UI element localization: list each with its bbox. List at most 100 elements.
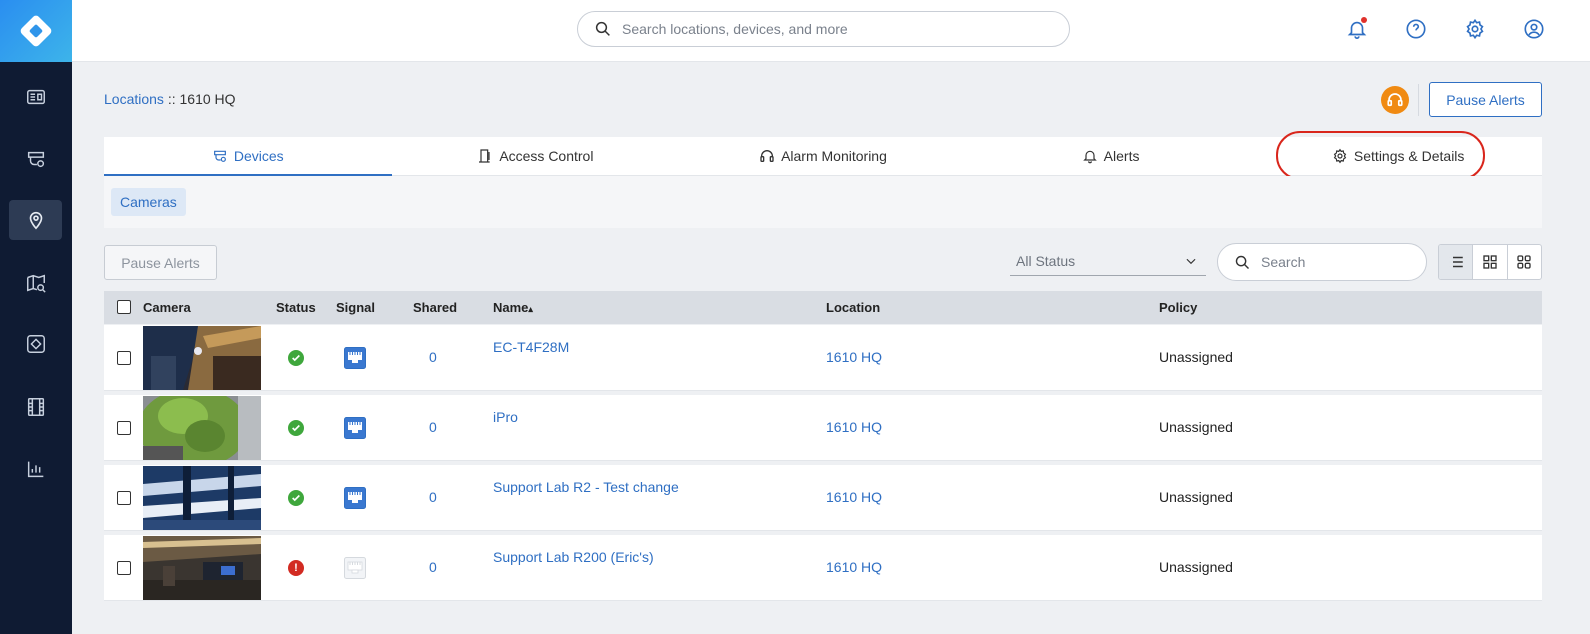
ethernet-connected-icon [344, 417, 366, 439]
tab-access-control-label: Access Control [499, 148, 594, 164]
column-location[interactable]: Location [826, 300, 880, 315]
column-name-label: Name [493, 300, 529, 315]
search-icon [595, 21, 610, 36]
pause-alerts-button[interactable]: Pause Alerts [1429, 82, 1542, 117]
tab-access-control[interactable]: Access Control [392, 137, 680, 175]
table-row[interactable]: 0 EC-T4F28M 1610 HQ Unassigned [104, 325, 1542, 391]
notification-dot [1361, 17, 1367, 23]
status-online-icon [288, 350, 304, 366]
tab-devices[interactable]: Devices [104, 137, 392, 176]
dashboard-icon [26, 89, 45, 105]
view-toggle [1438, 244, 1542, 280]
shared-count[interactable]: 0 [429, 419, 437, 435]
tab-settings-details-label: Settings & Details [1353, 148, 1465, 164]
tab-alerts-label: Alerts [1103, 148, 1140, 164]
camera-name-link[interactable]: iPro [493, 409, 518, 425]
list-view-button[interactable] [1439, 245, 1474, 279]
settings-button[interactable] [1463, 17, 1487, 41]
camera-thumbnail[interactable] [143, 536, 261, 600]
row-checkbox[interactable] [117, 351, 131, 365]
gear-icon [1333, 148, 1347, 164]
tab-settings-details[interactable]: Settings & Details [1254, 137, 1542, 175]
app-logo[interactable] [0, 0, 72, 62]
tile-view-button[interactable] [1508, 245, 1541, 279]
grid-icon [1483, 255, 1497, 269]
policy-value: Unassigned [1159, 559, 1233, 575]
column-signal[interactable]: Signal [336, 300, 375, 315]
header-divider [1418, 84, 1419, 116]
status-error-icon: ! [288, 560, 304, 576]
row-checkbox[interactable] [117, 491, 131, 505]
account-button[interactable] [1522, 17, 1546, 41]
camera-snapshot-image [143, 536, 261, 600]
top-bar [72, 0, 1590, 62]
column-camera[interactable]: Camera [143, 300, 191, 315]
sort-asc-icon: ▴ [528, 304, 533, 314]
chevron-down-icon [1186, 258, 1196, 265]
breadcrumb-locations-link[interactable]: Locations [104, 91, 164, 107]
grid-view-button[interactable] [1473, 245, 1508, 279]
bell-icon [1082, 150, 1097, 164]
sidebar-item-devices[interactable] [9, 139, 62, 179]
camera-name-link[interactable]: Support Lab R200 (Eric's) [493, 549, 654, 565]
table-search[interactable] [1217, 243, 1427, 281]
location-link[interactable]: 1610 HQ [826, 489, 882, 505]
camera-thumbnail[interactable] [143, 326, 261, 390]
camera-snapshot-image [143, 326, 261, 390]
camera-snapshot-image [143, 466, 261, 530]
camera-thumbnail[interactable] [143, 396, 261, 460]
sidebar-item-locations[interactable] [9, 200, 62, 240]
support-button[interactable] [1381, 86, 1409, 114]
table-header: Camera Status Signal Shared Name▴ Locati… [104, 291, 1542, 324]
list-icon [1448, 256, 1463, 268]
column-shared[interactable]: Shared [413, 300, 457, 315]
ethernet-disconnected-icon [344, 557, 366, 579]
select-all-checkbox[interactable] [117, 300, 131, 314]
search-icon [1235, 255, 1250, 269]
table-row[interactable]: ! 0 Support Lab R200 (Eric's) 1610 HQ Un… [104, 535, 1542, 601]
help-button[interactable] [1404, 17, 1428, 41]
location-tabs: Devices Access Control Alarm Monitoring … [104, 137, 1542, 176]
filter-chip-cameras[interactable]: Cameras [111, 188, 186, 216]
location-link[interactable]: 1610 HQ [826, 559, 882, 575]
breadcrumb-separator: :: [163, 91, 180, 107]
shared-count[interactable]: 0 [429, 489, 437, 505]
global-search[interactable] [577, 11, 1070, 47]
column-status[interactable]: Status [276, 300, 316, 315]
camera-name-link[interactable]: EC-T4F28M [493, 339, 569, 355]
pause-alerts-selected-button[interactable]: Pause Alerts [104, 245, 217, 280]
map-search-icon [26, 274, 46, 293]
sidebar-item-analytics[interactable] [9, 449, 62, 489]
tab-alarm-monitoring[interactable]: Alarm Monitoring [679, 137, 967, 175]
column-name[interactable]: Name▴ [493, 300, 533, 315]
sidebar-item-dashboard[interactable] [9, 77, 62, 117]
sidebar [0, 0, 72, 634]
device-type-filter-bar: Cameras [104, 176, 1542, 228]
tab-devices-label: Devices [233, 148, 284, 164]
camera-snapshot-image [143, 396, 261, 460]
policy-value: Unassigned [1159, 489, 1233, 505]
table-search-input[interactable] [1261, 254, 1411, 270]
row-checkbox[interactable] [117, 561, 131, 575]
notifications-button[interactable] [1345, 17, 1369, 41]
policy-value: Unassigned [1159, 419, 1233, 435]
column-policy[interactable]: Policy [1159, 300, 1197, 315]
camera-name-link[interactable]: Support Lab R2 - Test change [493, 479, 679, 495]
camera-thumbnail[interactable] [143, 466, 261, 530]
status-filter-select[interactable]: All Status [1010, 246, 1206, 276]
sidebar-item-maps[interactable] [9, 263, 62, 303]
shared-count[interactable]: 0 [429, 559, 437, 575]
tab-alarm-monitoring-label: Alarm Monitoring [781, 148, 887, 164]
table-row[interactable]: 0 Support Lab R2 - Test change 1610 HQ U… [104, 465, 1542, 531]
tab-alerts[interactable]: Alerts [967, 137, 1255, 175]
user-icon [1524, 19, 1544, 39]
shared-count[interactable]: 0 [429, 349, 437, 365]
ethernet-connected-icon [344, 347, 366, 369]
global-search-input[interactable] [622, 21, 1042, 37]
row-checkbox[interactable] [117, 421, 131, 435]
location-link[interactable]: 1610 HQ [826, 419, 882, 435]
sidebar-item-integrations[interactable] [9, 324, 62, 364]
location-link[interactable]: 1610 HQ [826, 349, 882, 365]
table-row[interactable]: 0 iPro 1610 HQ Unassigned [104, 395, 1542, 461]
sidebar-item-video[interactable] [9, 387, 62, 427]
